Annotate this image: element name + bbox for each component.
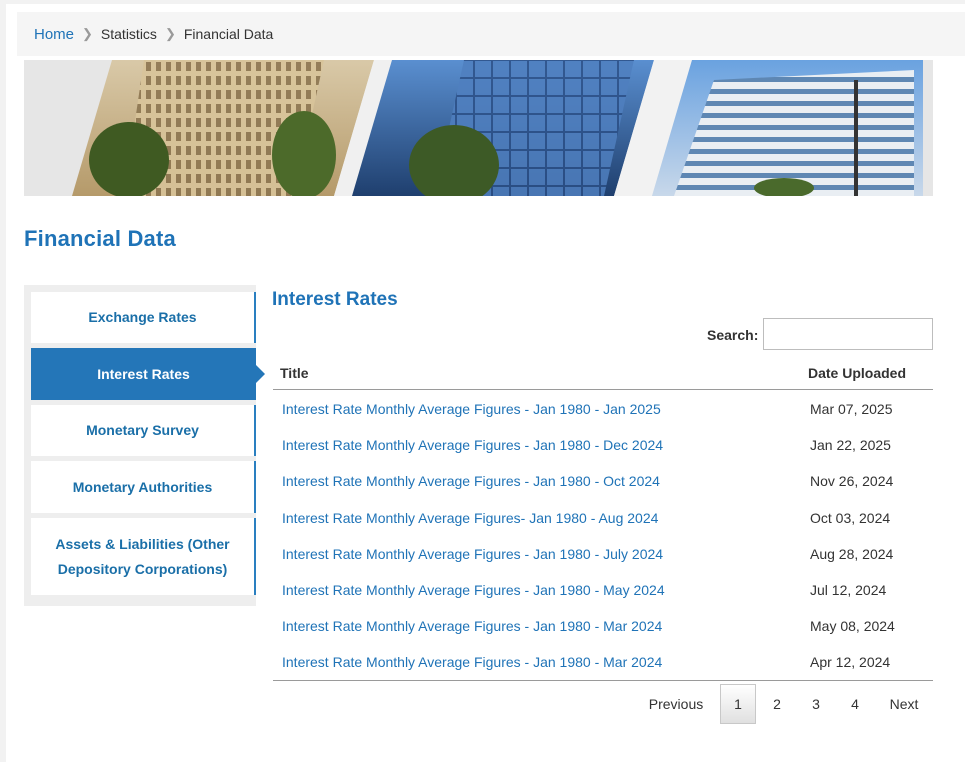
search-input[interactable] <box>763 318 933 350</box>
table-row: Interest Rate Monthly Average Figures - … <box>273 643 933 679</box>
date-uploaded: Jan 22, 2025 <box>810 437 891 454</box>
header-banner-image <box>24 60 933 196</box>
document-link[interactable]: Interest Rate Monthly Average Figures - … <box>282 437 663 453</box>
sidebar-item-label: Interest Rates <box>97 365 190 382</box>
sidebar-item-label: Exchange Rates <box>88 309 197 325</box>
document-link[interactable]: Interest Rate Monthly Average Figures- J… <box>282 510 658 526</box>
document-link[interactable]: Interest Rate Monthly Average Figures - … <box>282 582 665 598</box>
table-row: Interest Rate Monthly Average Figures - … <box>273 571 933 607</box>
breadcrumb: Home ❯ Statistics ❯ Financial Data <box>17 12 965 56</box>
document-link[interactable]: Interest Rate Monthly Average Figures - … <box>282 546 663 562</box>
column-header-title[interactable]: Title <box>280 365 309 381</box>
table-header: Title Date Uploaded <box>273 357 933 390</box>
table-body: Interest Rate Monthly Average Figures - … <box>273 390 933 681</box>
sidebar-item-exchange-rates[interactable]: Exchange Rates <box>31 292 256 343</box>
date-uploaded: Jul 12, 2024 <box>810 581 887 598</box>
pagination-page-1[interactable]: 1 <box>720 684 756 724</box>
date-uploaded: Apr 12, 2024 <box>810 654 891 671</box>
pagination-page-2[interactable]: 2 <box>760 684 794 724</box>
column-header-date-uploaded[interactable]: Date Uploaded <box>808 365 906 381</box>
document-link[interactable]: Interest Rate Monthly Average Figures - … <box>282 654 662 670</box>
breadcrumb-home-link[interactable]: Home <box>34 26 74 43</box>
breadcrumb-financial-data: Financial Data <box>183 26 274 42</box>
table-row: Interest Rate Monthly Average Figures - … <box>273 426 933 462</box>
pagination-previous-button[interactable]: Previous <box>640 684 712 724</box>
date-uploaded: Aug 28, 2024 <box>810 545 894 562</box>
sidebar: Exchange Rates Interest Rates Monetary S… <box>24 285 265 606</box>
table-row: Interest Rate Monthly Average Figures - … <box>273 390 933 426</box>
pagination-page-3[interactable]: 3 <box>799 684 833 724</box>
table-row: Interest Rate Monthly Average Figures - … <box>273 462 933 498</box>
sidebar-item-label: Assets & Liabilities (Other Depository C… <box>55 535 230 577</box>
table-row: Interest Rate Monthly Average Figures - … <box>273 607 933 643</box>
page-title: Financial Data <box>24 226 176 251</box>
sidebar-item-interest-rates[interactable]: Interest Rates <box>31 348 265 400</box>
date-uploaded: Oct 03, 2024 <box>810 509 891 526</box>
pagination-page-4[interactable]: 4 <box>838 684 872 724</box>
chevron-right-icon: ❯ <box>164 26 176 41</box>
table-row: Interest Rate Monthly Average Figures- J… <box>273 499 933 535</box>
date-uploaded: May 08, 2024 <box>810 618 895 635</box>
pagination-next-button[interactable]: Next <box>878 684 930 724</box>
sidebar-item-label: Monetary Authorities <box>72 478 213 495</box>
breadcrumb-statistics[interactable]: Statistics <box>101 26 157 42</box>
date-uploaded: Mar 07, 2025 <box>810 401 893 417</box>
chevron-right-icon: ❯ <box>82 26 93 41</box>
sidebar-item-assets-liabilities[interactable]: Assets & Liabilities (Other Depository C… <box>31 518 256 595</box>
document-link[interactable]: Interest Rate Monthly Average Figures - … <box>282 473 660 489</box>
document-link[interactable]: Interest Rate Monthly Average Figures - … <box>282 618 662 634</box>
section-title: Interest Rates <box>272 289 398 310</box>
sidebar-item-monetary-authorities[interactable]: Monetary Authorities <box>31 461 256 513</box>
date-uploaded: Nov 26, 2024 <box>810 473 894 490</box>
sidebar-item-label: Monetary Survey <box>86 422 199 438</box>
sidebar-item-monetary-survey[interactable]: Monetary Survey <box>31 405 256 456</box>
table-row: Interest Rate Monthly Average Figures - … <box>273 535 933 571</box>
document-link[interactable]: Interest Rate Monthly Average Figures - … <box>282 401 661 417</box>
search-label: Search: <box>707 327 759 343</box>
